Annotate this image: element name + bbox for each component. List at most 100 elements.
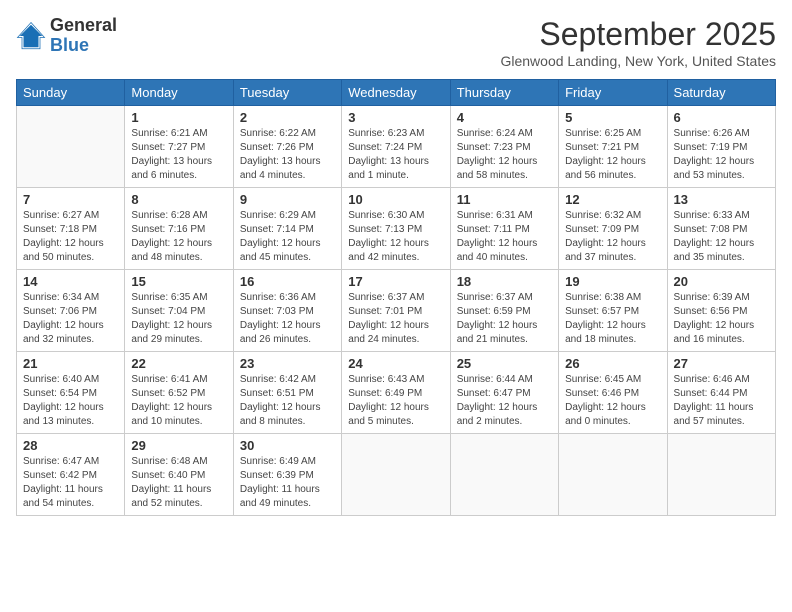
day-number: 15 — [131, 274, 226, 289]
day-info: Sunrise: 6:49 AM Sunset: 6:39 PM Dayligh… — [240, 455, 335, 511]
day-number: 5 — [565, 110, 660, 125]
logo-icon — [16, 21, 46, 51]
calendar-cell: 12 Sunrise: 6:32 AM Sunset: 7:09 PM Dayli… — [559, 188, 667, 270]
day-info: Sunrise: 6:37 AM Sunset: 6:59 PM Dayligh… — [457, 291, 552, 347]
calendar-cell — [17, 106, 125, 188]
calendar-cell — [559, 434, 667, 516]
calendar-cell: 20Sunrise: 6:39 AM Sunset: 6:56 PM Dayli… — [667, 270, 775, 352]
week-row-4: 21 Sunrise: 6:40 AM Sunset: 6:54 PM Dayli… — [17, 352, 776, 434]
day-info: Sunrise: 6:27 AM Sunset: 7:18 PM Dayligh… — [23, 209, 118, 265]
day-number: 29 — [131, 438, 226, 453]
day-number: 20 — [674, 274, 769, 289]
day-number: 19 — [565, 274, 660, 289]
calendar-cell: 19 Sunrise: 6:38 AM Sunset: 6:57 PM Dayli… — [559, 270, 667, 352]
calendar-cell: 11 Sunrise: 6:31 AM Sunset: 7:11 PM Dayli… — [450, 188, 558, 270]
calendar-body: 1Sunrise: 6:21 AM Sunset: 7:27 PM Daylig… — [17, 106, 776, 516]
day-info: Sunrise: 6:31 AM Sunset: 7:11 PM Dayligh… — [457, 209, 552, 265]
calendar-cell: 27Sunrise: 6:46 AM Sunset: 6:44 PM Dayli… — [667, 352, 775, 434]
day-info: Sunrise: 6:47 AM Sunset: 6:42 PM Dayligh… — [23, 455, 118, 511]
day-info: Sunrise: 6:34 AM Sunset: 7:06 PM Dayligh… — [23, 291, 118, 347]
calendar-cell: 10 Sunrise: 6:30 AM Sunset: 7:13 PM Dayli… — [342, 188, 450, 270]
week-row-3: 14 Sunrise: 6:34 AM Sunset: 7:06 PM Dayli… — [17, 270, 776, 352]
day-header-saturday: Saturday — [667, 80, 775, 106]
day-info: Sunrise: 6:21 AM Sunset: 7:27 PM Dayligh… — [131, 127, 226, 183]
day-number: 12 — [565, 192, 660, 207]
day-info: Sunrise: 6:22 AM Sunset: 7:26 PM Dayligh… — [240, 127, 335, 183]
day-info: Sunrise: 6:23 AM Sunset: 7:24 PM Dayligh… — [348, 127, 443, 183]
calendar-cell — [342, 434, 450, 516]
day-number: 17 — [348, 274, 443, 289]
day-info: Sunrise: 6:26 AM Sunset: 7:19 PM Dayligh… — [674, 127, 769, 183]
day-number: 26 — [565, 356, 660, 371]
day-info: Sunrise: 6:32 AM Sunset: 7:09 PM Dayligh… — [565, 209, 660, 265]
calendar-cell: 8Sunrise: 6:28 AM Sunset: 7:16 PM Daylig… — [125, 188, 233, 270]
calendar-cell: 17 Sunrise: 6:37 AM Sunset: 7:01 PM Dayli… — [342, 270, 450, 352]
location-subtitle: Glenwood Landing, New York, United State… — [500, 53, 776, 69]
day-info: Sunrise: 6:43 AM Sunset: 6:49 PM Dayligh… — [348, 373, 443, 429]
calendar-cell: 22 Sunrise: 6:41 AM Sunset: 6:52 PM Dayli… — [125, 352, 233, 434]
calendar-cell: 28 Sunrise: 6:47 AM Sunset: 6:42 PM Dayli… — [17, 434, 125, 516]
day-number: 30 — [240, 438, 335, 453]
day-number: 21 — [23, 356, 118, 371]
calendar-cell: 14 Sunrise: 6:34 AM Sunset: 7:06 PM Dayli… — [17, 270, 125, 352]
day-header-wednesday: Wednesday — [342, 80, 450, 106]
logo-line2: Blue — [50, 36, 117, 56]
day-number: 3 — [348, 110, 443, 125]
calendar-cell: 2Sunrise: 6:22 AM Sunset: 7:26 PM Daylig… — [233, 106, 341, 188]
calendar-cell: 13Sunrise: 6:33 AM Sunset: 7:08 PM Dayli… — [667, 188, 775, 270]
day-info: Sunrise: 6:24 AM Sunset: 7:23 PM Dayligh… — [457, 127, 552, 183]
calendar-cell: 6 Sunrise: 6:26 AM Sunset: 7:19 PM Daylig… — [667, 106, 775, 188]
day-number: 28 — [23, 438, 118, 453]
day-number: 8 — [131, 192, 226, 207]
day-info: Sunrise: 6:38 AM Sunset: 6:57 PM Dayligh… — [565, 291, 660, 347]
day-info: Sunrise: 6:40 AM Sunset: 6:54 PM Dayligh… — [23, 373, 118, 429]
calendar-cell: 23Sunrise: 6:42 AM Sunset: 6:51 PM Dayli… — [233, 352, 341, 434]
day-header-thursday: Thursday — [450, 80, 558, 106]
day-number: 24 — [348, 356, 443, 371]
days-of-week-row: SundayMondayTuesdayWednesdayThursdayFrid… — [17, 80, 776, 106]
logo: General Blue — [16, 16, 117, 56]
day-number: 11 — [457, 192, 552, 207]
day-number: 6 — [674, 110, 769, 125]
day-number: 18 — [457, 274, 552, 289]
day-header-sunday: Sunday — [17, 80, 125, 106]
day-number: 4 — [457, 110, 552, 125]
day-number: 25 — [457, 356, 552, 371]
calendar-cell: 26 Sunrise: 6:45 AM Sunset: 6:46 PM Dayli… — [559, 352, 667, 434]
calendar-cell: 9Sunrise: 6:29 AM Sunset: 7:14 PM Daylig… — [233, 188, 341, 270]
day-info: Sunrise: 6:33 AM Sunset: 7:08 PM Dayligh… — [674, 209, 769, 265]
day-number: 7 — [23, 192, 118, 207]
calendar-header: SundayMondayTuesdayWednesdayThursdayFrid… — [17, 80, 776, 106]
day-info: Sunrise: 6:30 AM Sunset: 7:13 PM Dayligh… — [348, 209, 443, 265]
day-header-tuesday: Tuesday — [233, 80, 341, 106]
calendar-cell: 5 Sunrise: 6:25 AM Sunset: 7:21 PM Daylig… — [559, 106, 667, 188]
calendar-cell: 25 Sunrise: 6:44 AM Sunset: 6:47 PM Dayli… — [450, 352, 558, 434]
day-info: Sunrise: 6:44 AM Sunset: 6:47 PM Dayligh… — [457, 373, 552, 429]
calendar-cell: 7 Sunrise: 6:27 AM Sunset: 7:18 PM Daylig… — [17, 188, 125, 270]
page-header: General Blue September 2025 Glenwood Lan… — [16, 16, 776, 69]
day-number: 23 — [240, 356, 335, 371]
calendar-cell: 1Sunrise: 6:21 AM Sunset: 7:27 PM Daylig… — [125, 106, 233, 188]
calendar-cell: 3 Sunrise: 6:23 AM Sunset: 7:24 PM Daylig… — [342, 106, 450, 188]
week-row-1: 1Sunrise: 6:21 AM Sunset: 7:27 PM Daylig… — [17, 106, 776, 188]
calendar-cell: 4 Sunrise: 6:24 AM Sunset: 7:23 PM Daylig… — [450, 106, 558, 188]
logo-line1: General — [50, 16, 117, 36]
day-info: Sunrise: 6:48 AM Sunset: 6:40 PM Dayligh… — [131, 455, 226, 511]
day-info: Sunrise: 6:41 AM Sunset: 6:52 PM Dayligh… — [131, 373, 226, 429]
month-year-title: September 2025 — [500, 16, 776, 53]
week-row-2: 7 Sunrise: 6:27 AM Sunset: 7:18 PM Daylig… — [17, 188, 776, 270]
day-info: Sunrise: 6:36 AM Sunset: 7:03 PM Dayligh… — [240, 291, 335, 347]
day-info: Sunrise: 6:37 AM Sunset: 7:01 PM Dayligh… — [348, 291, 443, 347]
day-info: Sunrise: 6:46 AM Sunset: 6:44 PM Dayligh… — [674, 373, 769, 429]
title-block: September 2025 Glenwood Landing, New Yor… — [500, 16, 776, 69]
day-number: 16 — [240, 274, 335, 289]
day-number: 10 — [348, 192, 443, 207]
day-info: Sunrise: 6:45 AM Sunset: 6:46 PM Dayligh… — [565, 373, 660, 429]
day-number: 14 — [23, 274, 118, 289]
calendar-cell: 30 Sunrise: 6:49 AM Sunset: 6:39 PM Dayli… — [233, 434, 341, 516]
day-info: Sunrise: 6:35 AM Sunset: 7:04 PM Dayligh… — [131, 291, 226, 347]
calendar-cell — [450, 434, 558, 516]
day-info: Sunrise: 6:25 AM Sunset: 7:21 PM Dayligh… — [565, 127, 660, 183]
day-header-friday: Friday — [559, 80, 667, 106]
day-number: 22 — [131, 356, 226, 371]
